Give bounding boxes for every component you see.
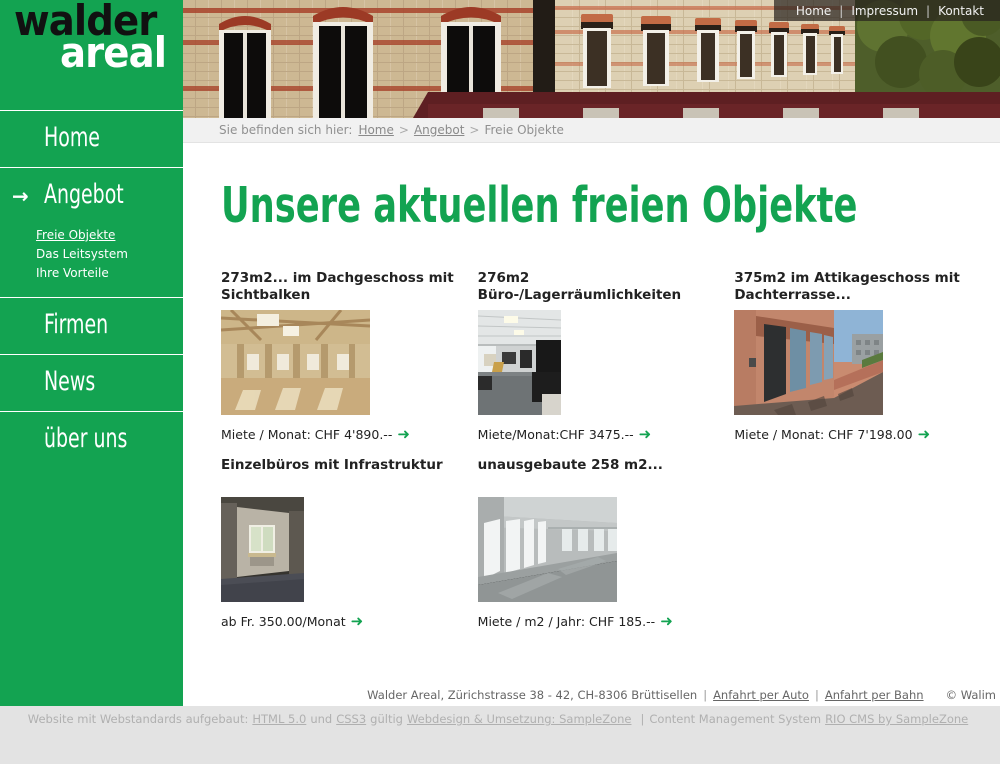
sidebar-item-label: Home xyxy=(44,122,100,153)
objects-row: Einzelbüros mit Infrastruktur ab Fr. 350… xyxy=(221,457,991,630)
empty-hall-image xyxy=(477,497,617,602)
credits-link-html[interactable]: HTML 5.0 xyxy=(252,712,306,726)
object-price: Miete / m2 / Jahr: CHF 185.-- xyxy=(477,614,656,629)
credits-text-2: und xyxy=(310,712,333,726)
attic-loft-image xyxy=(221,310,370,415)
objects-grid: 273m2... im Dachgeschoss mit Sichtbalken xyxy=(221,270,991,630)
object-title: 375m2 im Attikageschoss mit Dachterrasse… xyxy=(734,270,960,303)
object-price: ab Fr. 350.00/Monat xyxy=(221,614,346,629)
object-title: 276m2 Büro-/Lagerräumlichkeiten xyxy=(477,270,682,303)
credits-link-cms[interactable]: RIO CMS by SampleZone xyxy=(825,712,968,726)
arrow-right-icon[interactable]: ➜ xyxy=(639,425,652,443)
object-price: Miete/Monat:CHF 3475.-- xyxy=(477,427,634,442)
footer-link-anfahrt-auto[interactable]: Anfahrt per Auto xyxy=(713,688,809,702)
breadcrumb-prefix: Sie befinden sich hier: xyxy=(219,123,353,137)
single-office-image xyxy=(221,497,304,602)
object-title: 273m2... im Dachgeschoss mit Sichtbalken xyxy=(221,270,454,303)
credits-text-3: gültig xyxy=(370,712,403,726)
credits-text-1: Website mit Webstandards aufgebaut: xyxy=(27,712,249,726)
object-price-row: Miete / m2 / Jahr: CHF 185.-- ➜ xyxy=(478,612,735,630)
breadcrumb-separator: > xyxy=(398,123,409,137)
footer-separator: | xyxy=(703,687,708,702)
credits-text-4: Content Management System xyxy=(649,712,822,726)
main-content: Sie befinden sich hier: Home > Angebot >… xyxy=(183,118,1000,706)
arrow-right-icon[interactable]: ➜ xyxy=(351,612,364,630)
object-title: unausgebaute 258 m2... xyxy=(477,457,663,473)
sidebar: walder areal Home → Angebot Freie Objekt… xyxy=(0,0,183,706)
site-logo[interactable]: walder areal xyxy=(0,0,183,110)
object-card-empty xyxy=(734,457,991,630)
roof-terrace-image xyxy=(734,310,884,415)
sidebar-item-label: über uns xyxy=(44,423,128,454)
object-price-row: Miete / Monat: CHF 4'890.-- ➜ xyxy=(221,425,478,443)
sidebar-item-ueber-uns[interactable]: über uns xyxy=(0,411,183,468)
sidebar-item-label: Firmen xyxy=(44,309,109,340)
open-office-image xyxy=(477,310,561,415)
objects-row: 273m2... im Dachgeschoss mit Sichtbalken xyxy=(221,270,991,443)
topnav-item-impressum[interactable]: Impressum xyxy=(843,4,926,18)
arrow-right-icon[interactable]: ➜ xyxy=(397,425,410,443)
arrow-right-icon: → xyxy=(12,184,29,208)
top-navigation: Home | Impressum | Kontakt xyxy=(773,0,1000,21)
object-title: Einzelbüros mit Infrastruktur xyxy=(221,457,443,473)
object-card-2: 276m2 Büro-/Lagerräumlichkeiten Miete/Mo… xyxy=(477,270,735,443)
object-thumbnail-single-office[interactable] xyxy=(221,497,304,602)
credits-link-webdesign[interactable]: Webdesign & Umsetzung: SampleZone xyxy=(407,712,632,726)
sidebar-subitem-freie-objekte[interactable]: Freie Objekte xyxy=(36,226,183,245)
footer: Walder Areal, Zürichstrasse 38 - 42, CH-… xyxy=(183,683,1000,706)
sidebar-item-home[interactable]: Home xyxy=(0,110,183,167)
object-card-3: 375m2 im Attikageschoss mit Dachterrasse… xyxy=(734,270,991,443)
sidebar-item-firmen[interactable]: Firmen xyxy=(0,297,183,354)
object-thumbnail-empty-hall[interactable] xyxy=(477,497,617,602)
sidebar-subitem-das-leitsystem[interactable]: Das Leitsystem xyxy=(36,245,183,264)
object-price-row: Miete/Monat:CHF 3475.-- ➜ xyxy=(478,425,735,443)
object-price: Miete / Monat: CHF 4'890.-- xyxy=(221,427,393,442)
object-thumbnail-open-office[interactable] xyxy=(477,310,561,415)
object-thumbnail-roof-terrace[interactable] xyxy=(734,310,884,415)
sidebar-item-label: News xyxy=(44,366,96,397)
sidebar-item-news[interactable]: News xyxy=(0,354,183,411)
breadcrumb: Sie befinden sich hier: Home > Angebot >… xyxy=(183,118,1000,143)
object-card-5: unausgebaute 258 m2... Miete / m2 / Jahr… xyxy=(477,457,735,630)
object-price-row: ab Fr. 350.00/Monat ➜ xyxy=(221,612,478,630)
object-card-1: 273m2... im Dachgeschoss mit Sichtbalken xyxy=(221,270,478,443)
breadcrumb-item-current: Freie Objekte xyxy=(484,123,564,137)
object-thumbnail-attic-loft[interactable] xyxy=(221,310,370,415)
topnav-item-home[interactable]: Home xyxy=(788,4,839,18)
breadcrumb-separator: > xyxy=(469,123,480,137)
header-banner-image: Home | Impressum | Kontakt xyxy=(183,0,1000,118)
breadcrumb-item-angebot[interactable]: Angebot xyxy=(414,123,464,137)
credits-separator: | xyxy=(640,712,645,726)
sidebar-item-label: Angebot xyxy=(44,179,124,210)
logo-text-areal: areal xyxy=(60,28,167,77)
arrow-right-icon[interactable]: ➜ xyxy=(660,612,673,630)
page-root: Home | Impressum | Kontakt walder areal … xyxy=(0,0,1000,764)
object-price-row: Miete / Monat: CHF 7'198.00 ➜ xyxy=(734,425,991,443)
sidebar-subitem-ihre-vorteile[interactable]: Ihre Vorteile xyxy=(36,264,183,283)
arrow-right-icon[interactable]: ➜ xyxy=(918,425,931,443)
footer-link-anfahrt-bahn[interactable]: Anfahrt per Bahn xyxy=(825,688,924,702)
bottom-credits-bar: Website mit Webstandards aufgebaut: HTML… xyxy=(0,706,1000,764)
footer-copyright: © Walim xyxy=(945,687,996,702)
footer-address: Walder Areal, Zürichstrasse 38 - 42, CH-… xyxy=(367,687,698,702)
breadcrumb-item-home[interactable]: Home xyxy=(358,123,393,137)
object-card-4: Einzelbüros mit Infrastruktur ab Fr. 350… xyxy=(221,457,478,630)
object-price: Miete / Monat: CHF 7'198.00 xyxy=(734,427,913,442)
topnav-item-kontakt[interactable]: Kontakt xyxy=(930,4,992,18)
sidebar-item-angebot[interactable]: → Angebot xyxy=(0,167,183,224)
sidebar-subnav: Freie Objekte Das Leitsystem Ihre Vortei… xyxy=(0,224,183,297)
credits-link-css[interactable]: CSS3 xyxy=(336,712,366,726)
page-title: Unsere aktuellen freien Objekte xyxy=(221,177,858,234)
footer-separator: | xyxy=(814,687,819,702)
